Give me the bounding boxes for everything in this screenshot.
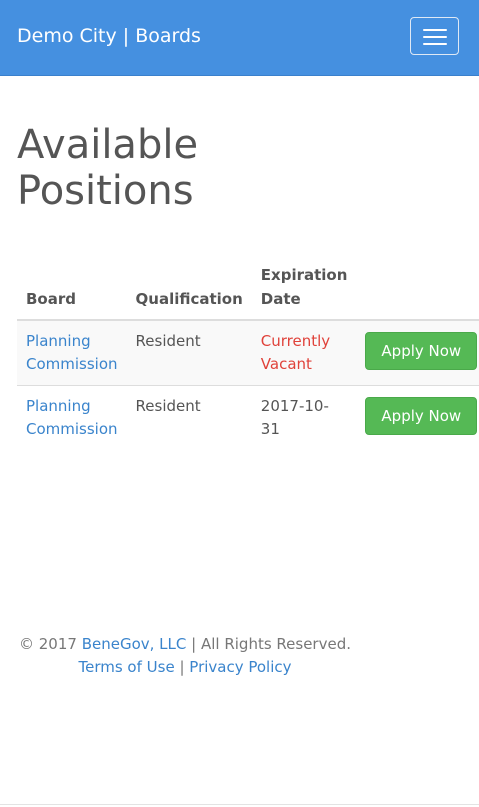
header-board: Board — [17, 255, 127, 321]
footer-copyright-line: © 2017 BeneGov, LLC | All Rights Reserve… — [0, 633, 370, 656]
header-qualification: Qualification — [126, 255, 252, 321]
board-link-line2: Commission — [26, 355, 118, 373]
footer-links-line: Terms of Use | Privacy Policy — [0, 656, 370, 679]
hamburger-bar — [423, 29, 447, 31]
page-title-line2: Positions — [17, 168, 194, 214]
board-link-line1: Planning — [26, 397, 91, 415]
header-expiration-line1: Expiration — [260, 266, 348, 284]
copyright-text: © 2017 — [19, 635, 82, 653]
qualification-cell: Resident — [126, 385, 252, 450]
action-cell: Apply Now — [356, 385, 479, 450]
header-expiration-line2: Date — [260, 290, 301, 308]
board-link-line2: Commission — [26, 420, 118, 438]
hamburger-bar — [423, 36, 447, 38]
hamburger-bar — [423, 43, 447, 45]
action-cell: Apply Now — [356, 319, 479, 386]
divider — [0, 804, 479, 805]
expiration-line2: 31 — [260, 420, 280, 438]
table-row: Planning Commission Resident Currently V… — [17, 319, 479, 386]
expiration-cell: Currently Vacant — [251, 319, 357, 386]
board-cell: Planning Commission — [17, 319, 127, 386]
terms-link[interactable]: Terms of Use — [78, 658, 174, 676]
company-link[interactable]: BeneGov, LLC — [82, 635, 187, 653]
board-link-line1: Planning — [26, 332, 91, 350]
table-header-row: Board Qualification Expiration Date — [17, 255, 479, 321]
board-cell: Planning Commission — [17, 385, 127, 450]
brand-title[interactable]: Demo City | Boards — [17, 25, 201, 47]
expiration-line1: 2017-10- — [260, 397, 329, 415]
header-expiration: Expiration Date — [251, 255, 357, 321]
board-link[interactable]: Planning Commission — [26, 332, 118, 373]
navbar: Demo City | Boards — [0, 0, 479, 76]
privacy-link[interactable]: Privacy Policy — [189, 658, 291, 676]
apply-now-button[interactable]: Apply Now — [365, 397, 478, 435]
table-row: Planning Commission Resident 2017-10- 31… — [17, 385, 479, 450]
page-title: Available Positions — [17, 122, 198, 214]
expiration-cell: 2017-10- 31 — [251, 385, 357, 450]
rights-text: | All Rights Reserved. — [186, 635, 351, 653]
footer-separator: | — [174, 658, 190, 676]
header-action — [356, 255, 479, 321]
positions-table: Board Qualification Expiration Date Plan… — [17, 255, 479, 450]
expiration-line1: Currently — [260, 332, 331, 350]
apply-now-button[interactable]: Apply Now — [365, 332, 478, 370]
board-link[interactable]: Planning Commission — [26, 397, 118, 438]
page-title-line1: Available — [17, 122, 199, 168]
hamburger-icon[interactable] — [410, 17, 459, 55]
expiration-line2: Vacant — [260, 355, 312, 373]
qualification-cell: Resident — [126, 319, 252, 386]
footer: © 2017 BeneGov, LLC | All Rights Reserve… — [0, 633, 370, 679]
